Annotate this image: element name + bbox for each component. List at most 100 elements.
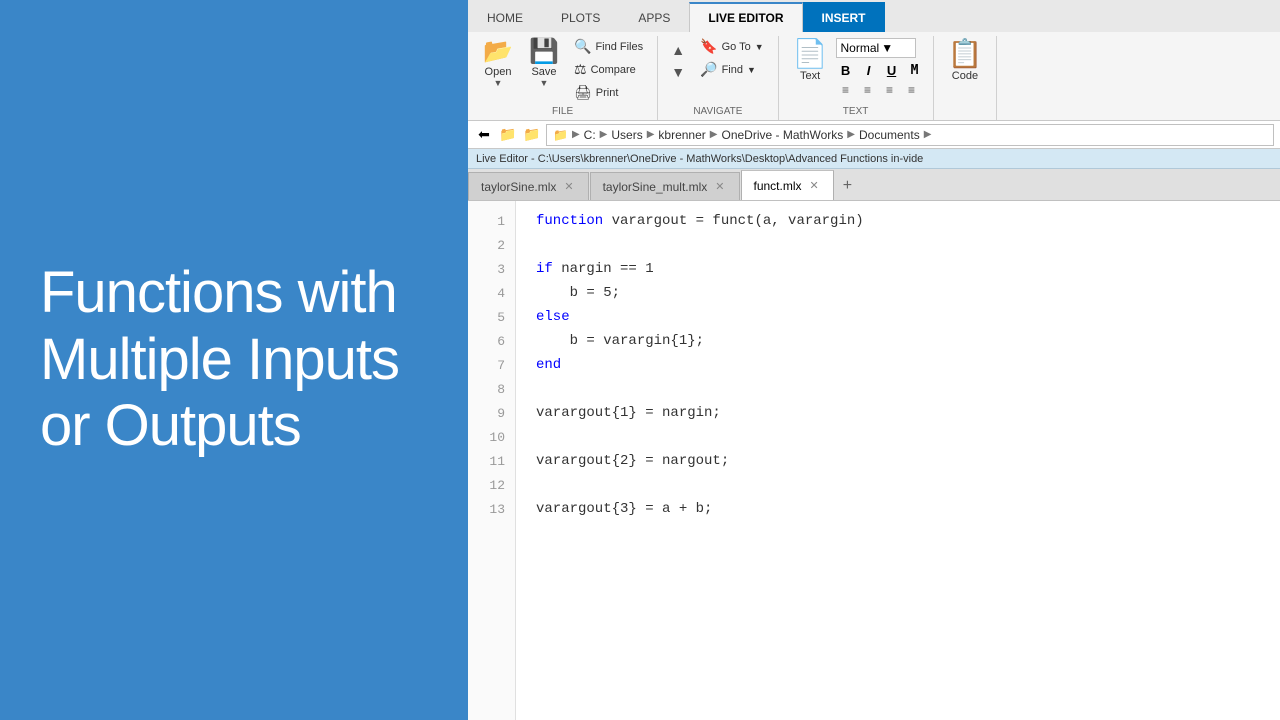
code-label: Code xyxy=(952,70,978,82)
indent-decrease-button[interactable]: ≡ xyxy=(880,82,900,98)
addr-users: Users xyxy=(611,128,642,142)
line-num-1: 1 xyxy=(468,209,515,233)
save-icon: 💾 xyxy=(529,40,559,64)
open-label: Open xyxy=(485,66,512,78)
tab-funct[interactable]: funct.mlx ✕ xyxy=(741,170,834,200)
code-line-8 xyxy=(536,377,1280,401)
status-text: Live Editor - C:\Users\kbrenner\OneDrive… xyxy=(476,153,923,165)
tab-plots[interactable]: PLOTS xyxy=(542,2,619,32)
folder-open-icon: 📂 xyxy=(483,40,513,64)
add-tab-button[interactable]: + xyxy=(835,172,860,200)
file-small-buttons: 🔍 Find Files ⚖ Compare 🖨 Print xyxy=(568,36,649,103)
code-line-6: b = varargin{1}; xyxy=(536,329,1280,353)
text-style-value: Normal xyxy=(841,41,880,55)
italic-button[interactable]: I xyxy=(859,60,879,80)
addr-back-icon[interactable]: ⬅ xyxy=(474,126,494,144)
nav-up-button[interactable]: ▲ xyxy=(666,40,690,60)
line-numbers: 1 2 3 4 5 6 7 8 9 10 11 12 13 xyxy=(468,201,516,720)
code-line-1: function varargout = funct(a, varargin) xyxy=(536,209,1280,233)
tab-apps[interactable]: APPS xyxy=(619,2,689,32)
nav-down-button[interactable]: ▼ xyxy=(666,62,690,82)
ribbon-content: 📂 Open ▼ 💾 Save ▼ 🔍 Find Files xyxy=(468,32,1280,120)
address-bar: ⬅ 📁 📁 📁 ▶ C: ▶ Users ▶ kbrenner ▶ OneDri… xyxy=(468,121,1280,149)
navigate-group-label: NAVIGATE xyxy=(693,106,742,120)
code-line-7: end xyxy=(536,353,1280,377)
code-line-13: varargout{3} = a + b; xyxy=(536,497,1280,521)
bullet-list-button[interactable]: ≡ xyxy=(836,82,856,98)
find-files-icon: 🔍 xyxy=(574,38,591,55)
file-buttons: 📂 Open ▼ 💾 Save ▼ 🔍 Find Files xyxy=(476,36,649,106)
compare-button[interactable]: ⚖ Compare xyxy=(568,59,649,80)
text-style-dropdown[interactable]: Normal ▼ xyxy=(836,38,916,58)
address-path[interactable]: 📁 ▶ C: ▶ Users ▶ kbrenner ▶ OneDrive - M… xyxy=(546,124,1274,146)
indent-increase-button[interactable]: ≡ xyxy=(902,82,922,98)
line-num-9: 9 xyxy=(468,401,515,425)
code-line-11: varargout{2} = nargout; xyxy=(536,449,1280,473)
code-line-4: b = 5; xyxy=(536,281,1280,305)
dropdown-arrow-icon: ▼ xyxy=(881,41,893,55)
goto-button[interactable]: 🔖 Go To ▼ xyxy=(694,36,770,57)
text-label: Text xyxy=(800,70,820,82)
compare-icon: ⚖ xyxy=(574,61,587,78)
monospace-button[interactable]: M xyxy=(905,60,925,80)
code-line-3: if nargin == 1 xyxy=(536,257,1280,281)
tab-funct-label: funct.mlx xyxy=(754,179,802,193)
tab-taylorSine-mult[interactable]: taylorSine_mult.mlx ✕ xyxy=(590,172,740,200)
ribbon-group-code: 📋 Code xyxy=(934,36,998,120)
ribbon-tab-bar: HOME PLOTS APPS LIVE EDITOR INSERT xyxy=(468,0,1280,32)
text-button[interactable]: 📄 Text xyxy=(787,36,834,86)
status-bar: Live Editor - C:\Users\kbrenner\OneDrive… xyxy=(468,149,1280,169)
line-num-13: 13 xyxy=(468,497,515,521)
tab-taylorSine-close[interactable]: ✕ xyxy=(562,180,575,193)
code-icon: 📋 xyxy=(948,40,983,68)
tab-taylorSine-mult-label: taylorSine_mult.mlx xyxy=(603,180,708,194)
text-format-row: B I U M xyxy=(836,60,925,80)
find-icon: 🔎 xyxy=(700,61,717,78)
code-line-12 xyxy=(536,473,1280,497)
goto-icon: 🔖 xyxy=(700,38,717,55)
line-num-2: 2 xyxy=(468,233,515,257)
code-line-5: else xyxy=(536,305,1280,329)
find-files-button[interactable]: 🔍 Find Files xyxy=(568,36,649,57)
open-button[interactable]: 📂 Open ▼ xyxy=(476,36,520,92)
file-group-label: FILE xyxy=(552,106,573,120)
code-line-2 xyxy=(536,233,1280,257)
list-format-row: ≡ ≡ ≡ ≡ xyxy=(836,82,925,98)
tab-taylorSine-mult-close[interactable]: ✕ xyxy=(713,180,726,193)
addr-folder2-icon[interactable]: 📁 xyxy=(522,126,542,144)
line-num-6: 6 xyxy=(468,329,515,353)
right-panel: HOME PLOTS APPS LIVE EDITOR INSERT 📂 Ope… xyxy=(468,0,1280,720)
text-icon: 📄 xyxy=(793,40,828,68)
addr-folder1-icon[interactable]: 📁 xyxy=(498,126,518,144)
find-button[interactable]: 🔎 Find ▼ xyxy=(694,59,770,80)
addr-path-icon: 📁 xyxy=(553,128,568,142)
numbered-list-button[interactable]: ≡ xyxy=(858,82,878,98)
tab-funct-close[interactable]: ✕ xyxy=(808,179,821,192)
nav-arrows: ▲ ▼ xyxy=(666,36,690,82)
underline-button[interactable]: U xyxy=(882,60,902,80)
addr-documents: Documents xyxy=(859,128,920,142)
find-files-label: Find Files xyxy=(595,41,643,53)
line-num-3: 3 xyxy=(468,257,515,281)
tab-home[interactable]: HOME xyxy=(468,2,542,32)
code-buttons: 📋 Code xyxy=(942,36,989,117)
addr-onedrive: OneDrive - MathWorks xyxy=(721,128,843,142)
find-label: Find xyxy=(722,64,743,76)
save-button[interactable]: 💾 Save ▼ xyxy=(522,36,566,92)
text-group-label: TEXT xyxy=(843,106,869,120)
code-editor[interactable]: function varargout = funct(a, varargin) … xyxy=(516,201,1280,720)
tab-live-editor[interactable]: LIVE EDITOR xyxy=(689,2,802,32)
line-num-7: 7 xyxy=(468,353,515,377)
text-style-row: Normal ▼ xyxy=(836,38,925,58)
tab-taylorSine[interactable]: taylorSine.mlx ✕ xyxy=(468,172,589,200)
tab-insert[interactable]: INSERT xyxy=(803,2,885,32)
print-button[interactable]: 🖨 Print xyxy=(568,82,649,103)
code-button[interactable]: 📋 Code xyxy=(942,36,989,86)
left-panel: Functions with Multiple Inputs or Output… xyxy=(0,0,468,720)
addr-kbrenner: kbrenner xyxy=(658,128,705,142)
line-num-4: 4 xyxy=(468,281,515,305)
print-icon: 🖨 xyxy=(574,84,592,101)
bold-button[interactable]: B xyxy=(836,60,856,80)
ribbon-group-file: 📂 Open ▼ 💾 Save ▼ 🔍 Find Files xyxy=(468,36,658,120)
line-num-11: 11 xyxy=(468,449,515,473)
